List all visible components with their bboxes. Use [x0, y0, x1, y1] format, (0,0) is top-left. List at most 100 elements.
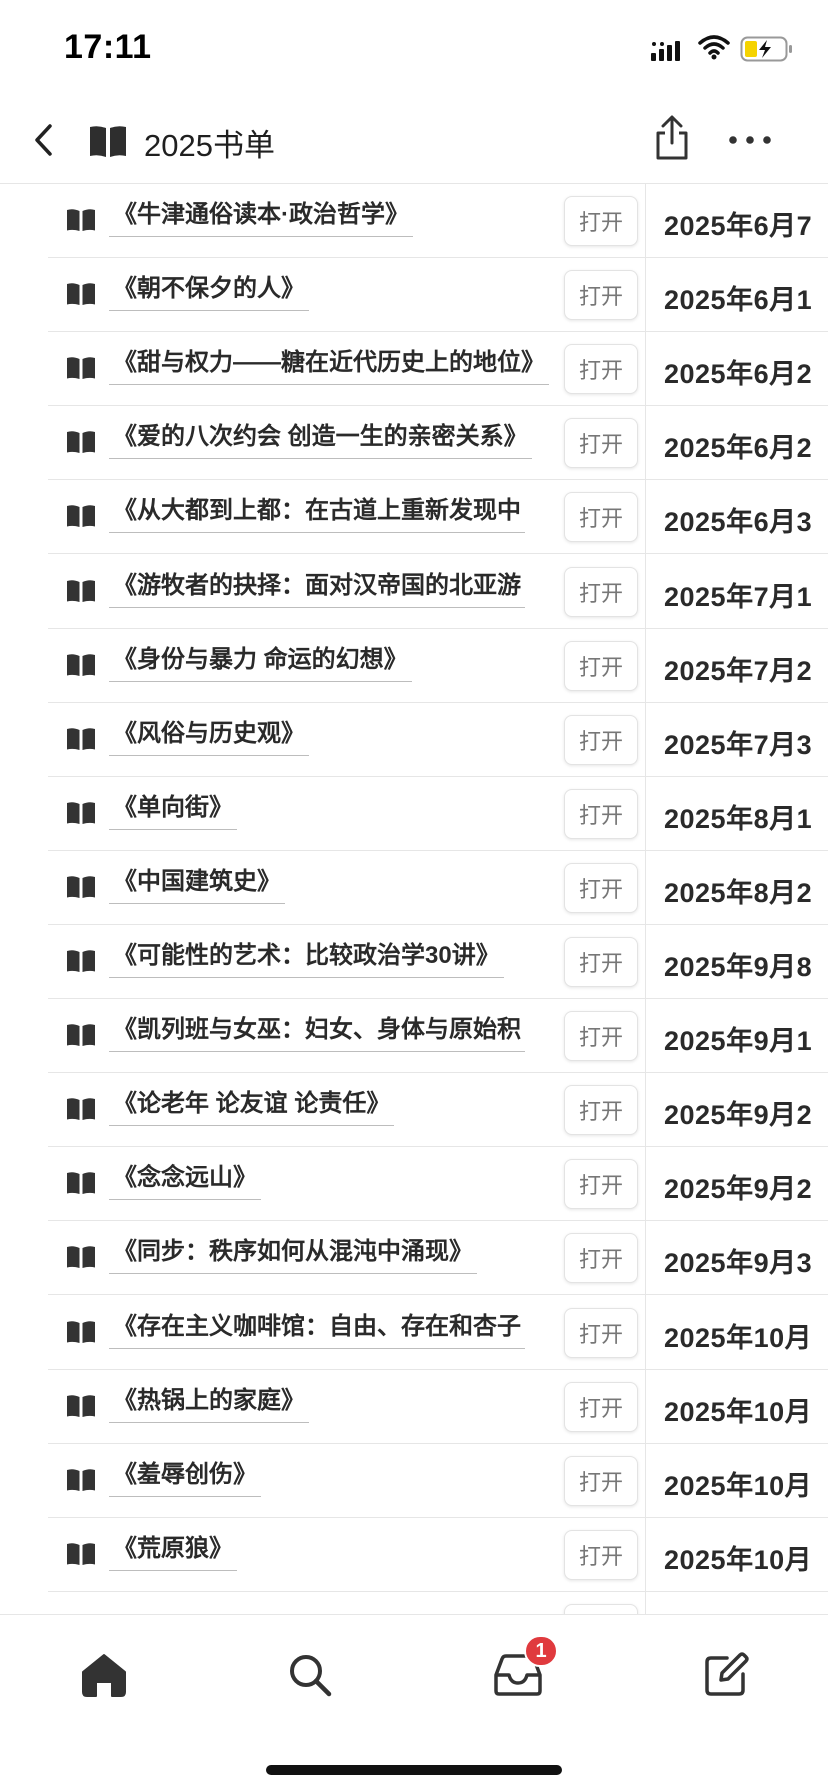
- table-row[interactable]: 《中国建筑史》 打开 2025年8月2: [0, 851, 828, 925]
- book-icon: [66, 1468, 96, 1497]
- open-button[interactable]: 打开: [564, 862, 638, 913]
- finish-date: 2025年8月2: [664, 877, 813, 908]
- book-title-link[interactable]: 《从大都到上都：在古道上重新发现中: [109, 492, 525, 534]
- table-row[interactable]: 《念念远山》 打开 2025年9月2: [0, 1147, 828, 1222]
- book-icon: [66, 1023, 96, 1052]
- inbox-badge: 1: [524, 1635, 558, 1667]
- compose-icon: [705, 1652, 749, 1696]
- open-button[interactable]: 打开: [564, 937, 638, 987]
- book-title-link[interactable]: 《念念远山》: [109, 1159, 261, 1201]
- table-row[interactable]: 《爱的八次约会 创造一生的亲密关系》 打开 2025年6月2: [0, 406, 828, 481]
- book-title-link[interactable]: 《凯列班与女巫：妇女、身体与原始积: [109, 1011, 525, 1053]
- cellular-signal-icon: [650, 40, 684, 67]
- open-button[interactable]: 打开: [564, 1159, 638, 1210]
- book-title-link[interactable]: 《存在主义咖啡馆：自由、存在和杏子: [109, 1308, 525, 1349]
- finish-date: 2025年7月2: [664, 655, 813, 686]
- table-row[interactable]: 《羞辱创伤》 打开 2025年10月: [0, 1444, 828, 1518]
- open-button[interactable]: 打开: [564, 714, 638, 765]
- open-button[interactable]: 打开: [564, 1529, 638, 1580]
- open-button[interactable]: 打开: [564, 566, 638, 617]
- book-title-link[interactable]: 《甜与权力——糖在近代历史上的地位》: [109, 344, 549, 386]
- home-icon: [82, 1654, 126, 1697]
- open-button[interactable]: 打开: [564, 1455, 638, 1506]
- book-icon: [66, 801, 96, 830]
- table-row[interactable]: 《身份与暴力 命运的幻想》 打开 2025年7月2: [0, 629, 828, 703]
- book-title-link[interactable]: 《牛津通俗读本·政治哲学》: [109, 196, 413, 237]
- book-icon: [66, 208, 96, 237]
- finish-date: 2025年9月2: [664, 1100, 813, 1131]
- book-title-link[interactable]: 《羞辱创伤》: [109, 1456, 261, 1497]
- home-indicator: [266, 1765, 562, 1775]
- table-row-partial: [0, 1592, 828, 1614]
- more-options-button[interactable]: [726, 120, 774, 160]
- book-title-link[interactable]: 《单向街》: [109, 789, 237, 830]
- table-row[interactable]: 《从大都到上都：在古道上重新发现中 打开 2025年6月3: [0, 480, 828, 555]
- book-title-link[interactable]: 《同步：秩序如何从混沌中涌现》: [109, 1233, 477, 1275]
- book-title-link[interactable]: 《荒原狼》: [109, 1530, 237, 1571]
- finish-date: 2025年6月2: [664, 433, 813, 464]
- table-row[interactable]: 《荒原狼》 打开 2025年10月: [0, 1518, 828, 1592]
- open-button[interactable]: 打开: [564, 418, 638, 469]
- book-icon: [66, 1542, 96, 1571]
- book-icon: [66, 1245, 96, 1274]
- book-title-link[interactable]: 《游牧者的抉择：面对汉帝国的北亚游: [109, 567, 525, 608]
- book-icon: [66, 356, 96, 385]
- table-row[interactable]: 《可能性的艺术：比较政治学30讲》 打开 2025年9月8: [0, 925, 828, 999]
- book-title-link[interactable]: 《论老年 论友谊 论责任》: [109, 1085, 395, 1127]
- open-button[interactable]: 打开: [564, 344, 638, 395]
- battery-charging-icon: [740, 36, 794, 67]
- book-icon: [66, 579, 96, 608]
- open-button[interactable]: 打开: [564, 196, 638, 246]
- book-title-link[interactable]: 《热锅上的家庭》: [109, 1382, 309, 1423]
- book-title-link[interactable]: 《中国建筑史》: [109, 863, 285, 904]
- back-button[interactable]: [20, 116, 68, 164]
- tab-home[interactable]: [68, 1643, 140, 1707]
- open-button[interactable]: 打开: [564, 1381, 638, 1432]
- table-row[interactable]: 《存在主义咖啡馆：自由、存在和杏子 打开 2025年10月: [0, 1296, 828, 1370]
- book-list-table[interactable]: 《牛津通俗读本·政治哲学》 打开 2025年6月7 《朝不保夕的人》 打开 2025年6月…: [0, 184, 828, 1614]
- table-row[interactable]: 《朝不保夕的人》 打开 2025年6月1: [0, 258, 828, 333]
- finish-date: 2025年8月1: [664, 803, 813, 834]
- open-button[interactable]: 打开: [564, 1307, 638, 1358]
- book-title-link[interactable]: 《身份与暴力 命运的幻想》: [109, 641, 412, 682]
- open-button[interactable]: 打开: [564, 1233, 638, 1284]
- book-icon: [88, 124, 128, 163]
- table-row[interactable]: 《牛津通俗读本·政治哲学》 打开 2025年6月7: [0, 184, 828, 258]
- book-icon: [66, 282, 96, 311]
- page-title: 2025书单: [144, 128, 275, 163]
- search-icon: [290, 1655, 332, 1697]
- chevron-left-icon: [35, 124, 52, 156]
- finish-date: 2025年9月3: [664, 1248, 813, 1279]
- table-row[interactable]: 《凯列班与女巫：妇女、身体与原始积 打开 2025年9月1: [0, 999, 828, 1074]
- table-row[interactable]: 《甜与权力——糖在近代历史上的地位》 打开 2025年6月2: [0, 332, 828, 407]
- tab-search[interactable]: [274, 1643, 346, 1707]
- open-button[interactable]: 打开: [564, 492, 638, 543]
- tab-compose[interactable]: [690, 1643, 762, 1707]
- book-icon: [66, 727, 96, 756]
- open-button[interactable]: 打开: [564, 788, 638, 839]
- book-title-link[interactable]: 《爱的八次约会 创造一生的亲密关系》: [109, 418, 532, 460]
- open-button[interactable]: 打开: [564, 1011, 638, 1062]
- table-row[interactable]: 《同步：秩序如何从混沌中涌现》 打开 2025年9月3: [0, 1221, 828, 1296]
- open-button[interactable]: [564, 1603, 638, 1614]
- book-icon: [66, 1320, 96, 1349]
- table-row[interactable]: 《热锅上的家庭》 打开 2025年10月: [0, 1370, 828, 1444]
- open-button[interactable]: 打开: [564, 270, 638, 321]
- finish-date: 2025年10月: [664, 1322, 813, 1353]
- finish-date: 2025年9月1: [664, 1026, 813, 1057]
- open-button[interactable]: 打开: [564, 1085, 638, 1136]
- book-icon: [66, 430, 96, 459]
- book-icon: [66, 1171, 96, 1200]
- book-title-link[interactable]: 《朝不保夕的人》: [109, 270, 309, 312]
- table-row[interactable]: 《游牧者的抉择：面对汉帝国的北亚游 打开 2025年7月1: [0, 555, 828, 629]
- table-row[interactable]: 《单向街》 打开 2025年8月1: [0, 777, 828, 851]
- book-icon: [66, 875, 96, 904]
- table-row[interactable]: 《论老年 论友谊 论责任》 打开 2025年9月2: [0, 1073, 828, 1148]
- wifi-icon: [698, 34, 730, 65]
- open-button[interactable]: 打开: [564, 640, 638, 691]
- book-title-link[interactable]: 《可能性的艺术：比较政治学30讲》: [109, 937, 504, 978]
- table-row[interactable]: 《风俗与历史观》 打开 2025年7月3: [0, 703, 828, 777]
- share-button[interactable]: [648, 112, 696, 164]
- book-title-link[interactable]: 《风俗与历史观》: [109, 715, 309, 756]
- book-icon: [66, 504, 96, 533]
